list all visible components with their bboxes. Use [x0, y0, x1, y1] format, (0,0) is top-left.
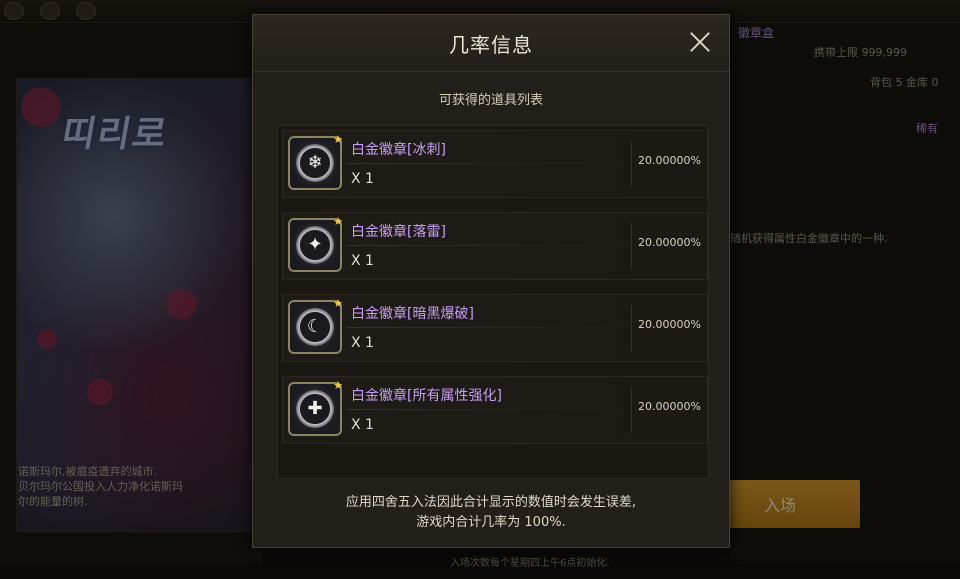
item-name: 白金徽章[所有属性强化] [351, 388, 502, 404]
list-item: ❄ ★ 白金徽章[冰刺] X 1 20.00000% [282, 130, 708, 198]
obtainable-items-heading: 可获得的道具列表 [438, 93, 543, 108]
probability-info-dialog: 几率信息 可获得的道具列表 ❄ ★ 白金徽章[冰刺] X 1 20.00000%… [252, 14, 730, 548]
item-name: 白金徽章[落雷] [351, 224, 446, 240]
item-name: 白金徽章[冰刺] [351, 142, 446, 158]
item-name: 白金徽章[暗黑爆破] [351, 306, 474, 322]
lightning-star-icon: ✦ ★ [288, 215, 343, 272]
item-quantity: X 1 [351, 171, 374, 187]
dialog-title: 几率信息 [449, 33, 533, 57]
item-probability: 20.00000% [638, 236, 701, 249]
list-item: ✚ ★ 白金徽章[所有属性强化] X 1 20.00000% [282, 376, 708, 444]
dialog-header: 几率信息 [253, 15, 729, 72]
dark-moon-icon: ☾ ★ [288, 297, 343, 354]
item-quantity: X 1 [351, 335, 374, 351]
all-element-icon: ✚ ★ [288, 379, 343, 436]
item-quantity: X 1 [351, 417, 374, 433]
item-probability: 20.00000% [638, 400, 701, 413]
close-icon[interactable] [685, 27, 715, 57]
item-list[interactable]: ❄ ★ 白金徽章[冰刺] X 1 20.00000% ✦ ★ 白金徽章[落雷] … [277, 125, 709, 479]
list-item: ✦ ★ 白金徽章[落雷] X 1 20.00000% [282, 212, 708, 280]
list-item: ☾ ★ 白金徽章[暗黑爆破] X 1 20.00000% [282, 294, 708, 362]
ice-spike-icon: ❄ ★ [288, 133, 343, 190]
item-quantity: X 1 [351, 253, 374, 269]
rounding-disclaimer: 应用四舍五入法因此合计显示的数值时会发生误差, 游戏内合计几率为 100%. [345, 495, 637, 530]
item-probability: 20.00000% [638, 318, 701, 331]
item-probability: 20.00000% [638, 154, 701, 167]
